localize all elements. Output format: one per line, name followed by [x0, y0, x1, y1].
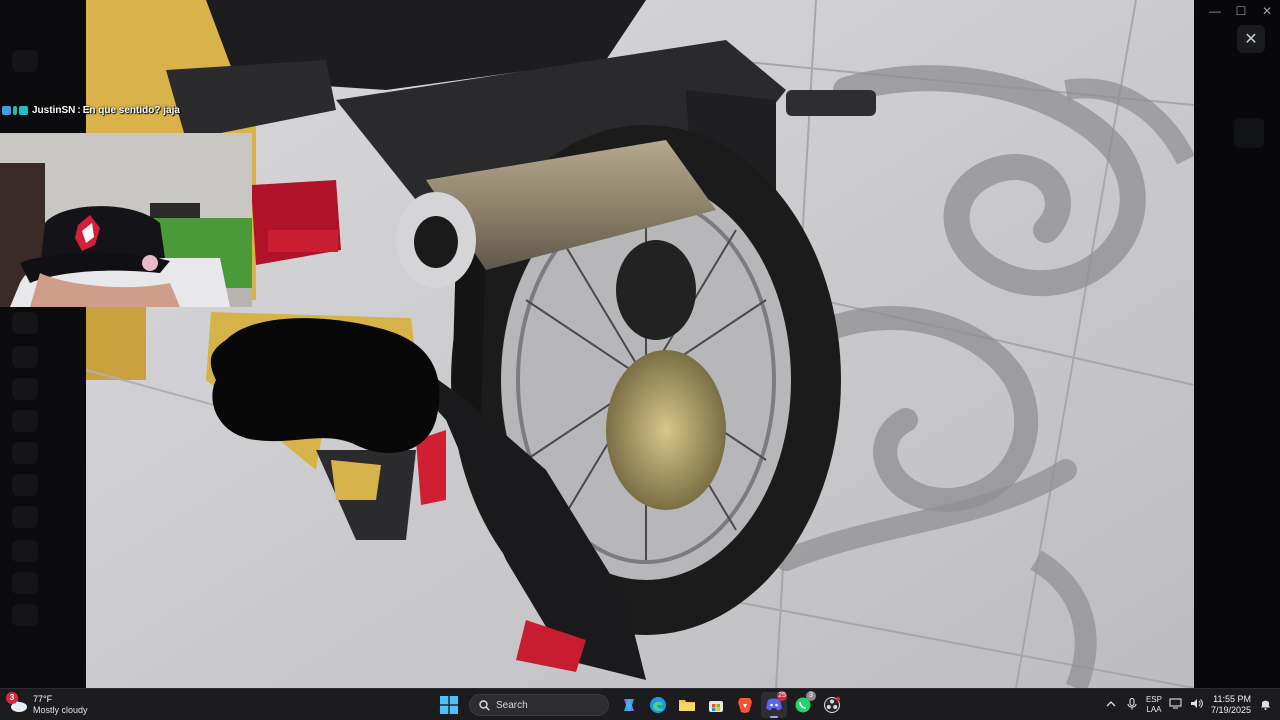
chat-overlay-message: JustinSN : En que sentido? jaja — [2, 103, 180, 117]
chat-badge-icon — [19, 105, 28, 115]
taskbar-discord[interactable]: 25 — [761, 691, 787, 718]
discord-badge: 25 — [777, 691, 787, 701]
network-icon[interactable] — [1169, 698, 1183, 712]
window-close-button[interactable]: ✕ — [1254, 0, 1280, 22]
taskbar-brave[interactable] — [732, 692, 758, 718]
whatsapp-badge: 3 — [806, 691, 816, 701]
taskbar-search[interactable]: Search — [469, 694, 609, 716]
language-code: ESP — [1145, 695, 1162, 704]
edge-icon — [650, 697, 666, 713]
language-indicator[interactable]: ESP LAA — [1146, 695, 1162, 715]
taskbar-obs[interactable] — [819, 692, 845, 718]
taskbar-file-explorer[interactable] — [674, 692, 700, 718]
maximize-button[interactable]: ☐ — [1228, 0, 1254, 22]
taskbar-store[interactable] — [703, 692, 729, 718]
taskbar-apps: Search 25 3 — [436, 691, 845, 718]
notification-icon[interactable] — [1258, 698, 1272, 713]
chat-separator: : — [77, 104, 81, 116]
taskbar: 3 77°F Mostly cloudy Search 25 3 ESP LAA… — [0, 688, 1280, 720]
file-explorer-icon — [679, 700, 695, 711]
system-tray: ESP LAA 11:55 PM 7/19/2025 — [1104, 692, 1272, 718]
volume-icon[interactable] — [1190, 698, 1204, 712]
dimmed-app-panel — [1194, 0, 1280, 688]
desktop-screen: — ☐ ✕ ✕ JustinSN : En que sentido? jaja — [0, 0, 1280, 720]
taskbar-whatsapp[interactable]: 3 — [790, 691, 816, 718]
minimize-button[interactable]: — — [1202, 0, 1228, 22]
clock-time: 11:55 PM — [1213, 694, 1251, 704]
weather-widget[interactable]: 3 77°F Mostly cloudy — [6, 692, 88, 718]
windows-start-button[interactable] — [436, 692, 462, 718]
clock[interactable]: 11:55 PM 7/19/2025 — [1211, 694, 1251, 716]
clock-date: 7/19/2025 — [1210, 705, 1251, 715]
weather-cloud-icon: 3 — [6, 692, 28, 715]
webcam-feed — [0, 133, 252, 307]
keyboard-layout: LAA — [1146, 705, 1162, 714]
close-preview-button[interactable]: ✕ — [1237, 25, 1265, 53]
image-preview[interactable] — [86, 0, 1194, 688]
weather-condition: Mostly cloudy — [33, 705, 88, 715]
windows-start-icon — [440, 696, 458, 714]
store-icon — [709, 701, 723, 712]
weather-badge: 3 — [6, 692, 18, 704]
window-controls: — ☐ ✕ — [1202, 0, 1280, 22]
taskbar-edge[interactable] — [645, 692, 671, 718]
motorcycle-photo — [86, 0, 1194, 688]
chat-username: JustinSN — [32, 104, 76, 116]
webcam-overlay — [0, 133, 252, 307]
taskbar-copilot[interactable] — [616, 692, 642, 718]
chat-badge-icon — [2, 105, 11, 115]
weather-temperature: 77°F — [33, 694, 53, 704]
brave-icon — [738, 698, 752, 713]
chat-message: En que sentido? jaja — [82, 104, 180, 116]
obs-icon — [824, 696, 841, 713]
copilot-icon — [624, 699, 634, 711]
search-icon — [479, 699, 490, 711]
weather-text: 77°F Mostly cloudy — [33, 694, 88, 716]
chat-badge-icon — [13, 105, 17, 115]
chevron-up-icon[interactable] — [1104, 699, 1118, 712]
search-label: Search — [496, 699, 528, 711]
microphone-icon[interactable] — [1125, 697, 1139, 713]
